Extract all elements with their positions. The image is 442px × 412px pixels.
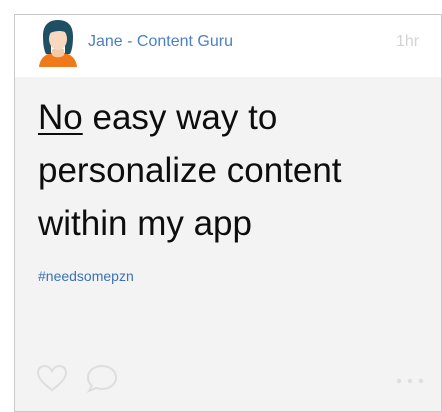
post-timestamp: 1hr xyxy=(396,33,420,50)
more-dots-icon[interactable] xyxy=(395,377,435,385)
post-body: No easy way to personalize content withi… xyxy=(15,77,441,365)
post-card: Jane - Content Guru 1hr No easy way to p… xyxy=(14,14,442,412)
post-header: Jane - Content Guru 1hr xyxy=(15,15,441,77)
user-avatar-icon[interactable] xyxy=(35,18,81,68)
post-title-emphasis: No xyxy=(38,98,83,137)
post-title: No easy way to personalize content withi… xyxy=(38,91,438,250)
heart-icon[interactable] xyxy=(35,363,69,393)
post-hashtag-link[interactable]: #needsomepzn xyxy=(38,268,134,284)
comment-bubble-icon[interactable] xyxy=(85,363,119,393)
author-name-link[interactable]: Jane - Content Guru xyxy=(88,33,233,51)
post-title-text: easy way to personalize content within m… xyxy=(38,98,342,243)
post-actions-bar xyxy=(15,353,441,411)
